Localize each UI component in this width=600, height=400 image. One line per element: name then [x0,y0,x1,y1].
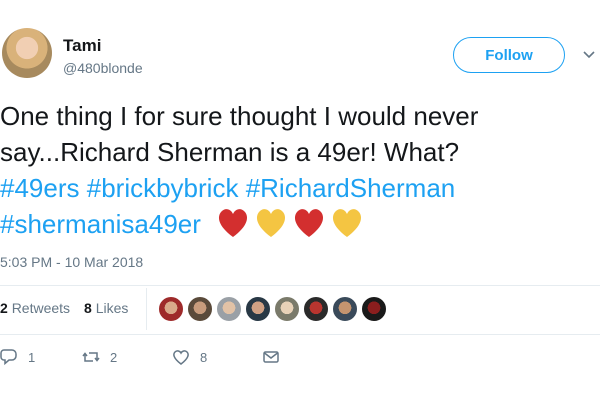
reply-action[interactable]: 1 [0,348,82,366]
liker-avatar[interactable] [274,296,300,322]
hashtag-49ers[interactable]: #49ers [0,173,80,203]
like-count: 8 [200,349,208,365]
divider [0,334,600,335]
timestamp[interactable]: 5:03 PM - 10 Mar 2018 [0,254,143,270]
hashtag-shermanisa49er[interactable]: #shermanisa49er [0,209,201,239]
retweet-icon[interactable] [82,348,100,366]
like-action[interactable]: 8 [172,348,262,366]
likes-count: 8 [84,300,92,316]
retweets-count: 2 [0,300,8,316]
liker-avatar[interactable] [187,296,213,322]
user-name[interactable]: Tami [63,36,101,56]
red-heart-icon [219,209,248,237]
liker-avatar[interactable] [245,296,271,322]
envelope-icon[interactable] [262,348,280,366]
reply-icon[interactable] [0,348,18,366]
tweet-line-2: say...Richard Sherman is a 49er! What? [0,137,460,167]
tweet-line-1: One thing I for sure thought I would nev… [0,101,479,131]
reply-count: 1 [28,349,36,365]
liker-avatar[interactable] [303,296,329,322]
liker-avatar[interactable] [332,296,358,322]
retweets-label: Retweets [11,300,71,316]
liker-avatar[interactable] [216,296,242,322]
liker-avatars [158,296,387,322]
liker-avatar[interactable] [361,296,387,322]
yellow-heart-icon [257,209,286,237]
engagement-stats: 2 Retweets 8 Likes [0,300,128,316]
heart-icon[interactable] [172,348,190,366]
tweet-text: One thing I for sure thought I would nev… [0,98,590,242]
avatar[interactable] [2,28,52,78]
liker-avatar[interactable] [158,296,184,322]
chevron-down-icon[interactable] [582,48,596,62]
user-handle[interactable]: @480blonde [63,60,143,76]
retweet-action[interactable]: 2 [82,348,172,366]
message-action[interactable] [262,348,280,366]
emoji-row [216,207,364,239]
follow-button[interactable]: Follow [453,37,565,73]
action-bar: 1 2 8 [0,348,280,366]
retweet-count: 2 [110,349,118,365]
hashtag-brickbybrick[interactable]: #brickbybrick [87,173,239,203]
likes-label: Likes [95,300,129,316]
divider [0,285,600,286]
likes-stat[interactable]: 8 Likes [84,300,128,316]
retweets-stat[interactable]: 2 Retweets [0,300,70,316]
stats-separator [146,288,147,330]
red-heart-icon [295,209,324,237]
yellow-heart-icon [333,209,362,237]
hashtag-richardsherman[interactable]: #RichardSherman [246,173,456,203]
